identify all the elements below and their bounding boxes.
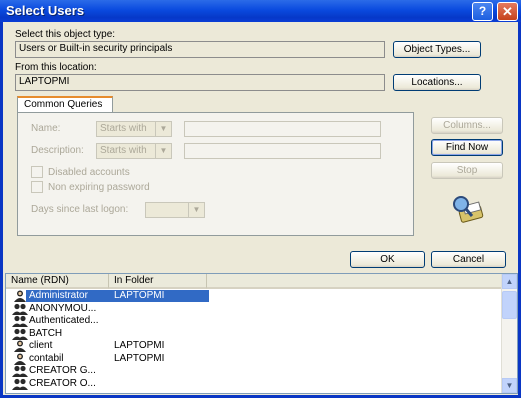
table-row[interactable]: contabil LAPTOPMI [6,353,501,365]
column-header-folder[interactable]: In Folder [109,274,207,289]
row-name: BATCH [29,327,63,339]
title-bar[interactable]: Select Users [0,0,521,22]
column-header-name[interactable]: Name (RDN) [6,274,109,289]
table-row[interactable]: BATCH [6,328,501,340]
select-users-dialog: Select Users ? ✕ Select this object type… [0,0,521,398]
find-now-button[interactable]: Find Now [431,139,503,156]
tab-common-queries[interactable]: Common Queries [17,96,113,113]
user-icon [12,340,28,352]
column-header-filler [207,274,503,289]
location-field: LAPTOPMI [15,74,385,91]
name-mode-select[interactable]: Starts with ▼ [96,121,172,137]
row-name: contabil [29,352,64,364]
table-row[interactable]: CREATOR G... [6,365,501,377]
scroll-up-icon[interactable]: ▲ [502,274,517,289]
chevron-down-icon: ▼ [188,203,204,217]
user-icon [12,290,28,302]
help-button[interactable]: ? [472,2,493,21]
user-icon [12,353,28,365]
stop-button[interactable]: Stop [431,162,503,179]
row-name: ANONYMOU... [29,302,97,314]
group-user-icon [12,328,28,340]
columns-button[interactable]: Columns... [431,117,503,134]
scroll-down-icon[interactable]: ▼ [502,378,517,393]
row-folder: LAPTOPMI [114,290,165,301]
object-type-label: Select this object type: [15,29,116,40]
row-folder: LAPTOPMI [114,340,165,351]
days-since-logon-label: Days since last logon: [31,204,129,215]
location-label: From this location: [15,62,97,73]
row-name: CREATOR O... [29,377,96,389]
description-mode-select[interactable]: Starts with ▼ [96,143,172,159]
non-expiring-password-checkbox[interactable] [31,181,43,193]
table-row[interactable]: client LAPTOPMI [6,340,501,352]
disabled-accounts-checkbox[interactable] [31,166,43,178]
disabled-accounts-label: Disabled accounts [48,167,130,178]
vertical-scrollbar[interactable]: ▲ ▼ [501,274,517,393]
close-button[interactable]: ✕ [497,2,518,21]
object-type-field: Users or Built-in security principals [15,41,385,58]
table-row[interactable]: Administrator LAPTOPMI [6,290,501,302]
ok-button[interactable]: OK [350,251,425,268]
days-since-logon-select[interactable]: ▼ [145,202,205,218]
scroll-thumb[interactable] [502,291,517,319]
locations-button[interactable]: Locations... [393,74,481,91]
group-user-icon [12,365,28,377]
window-title: Select Users [6,3,85,18]
object-types-button[interactable]: Object Types... [393,41,481,58]
description-input[interactable] [184,143,381,159]
row-name: Administrator [29,290,88,301]
name-input[interactable] [184,121,381,137]
description-label: Description: [31,145,84,156]
chevron-down-icon: ▼ [155,122,171,136]
row-name: Authenticated... [29,315,99,326]
cancel-button[interactable]: Cancel [431,251,506,268]
chevron-down-icon: ▼ [155,144,171,158]
name-label: Name: [31,123,61,134]
group-user-icon [12,378,28,390]
table-row[interactable]: ANONYMOU... [6,303,501,315]
search-results-list[interactable]: Name (RDN) In Folder Administrator LAPTOP… [5,273,518,394]
row-folder: LAPTOPMI [114,352,165,364]
table-row[interactable]: CREATOR O... [6,378,501,390]
common-queries-panel: Name: Starts with ▼ Description: Starts w… [17,112,414,236]
table-row[interactable]: Authenticated... [6,315,501,327]
row-name: client [29,340,53,351]
group-user-icon [12,303,28,315]
row-name: CREATOR G... [29,365,96,376]
non-expiring-password-label: Non expiring password [48,182,150,193]
search-users-icon [453,196,484,223]
group-user-icon [12,315,28,327]
